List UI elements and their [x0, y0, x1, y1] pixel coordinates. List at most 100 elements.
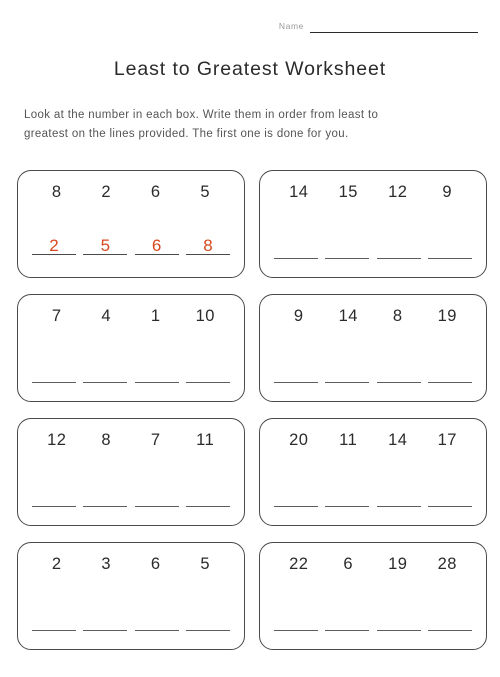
given-number: 7: [150, 431, 161, 449]
given-number: 3: [101, 555, 112, 573]
name-label: Name: [278, 21, 304, 31]
answer-blank[interactable]: [376, 608, 421, 631]
instructions: Look at the number in each box. Write th…: [24, 106, 456, 144]
answer-lines-row: [274, 360, 472, 383]
answer-blank[interactable]: 5: [83, 232, 128, 255]
given-number: 11: [196, 431, 215, 449]
given-number: 22: [289, 555, 309, 573]
name-field: Name: [279, 22, 478, 33]
answer-value: 5: [100, 236, 111, 255]
given-number: 2: [51, 555, 62, 573]
answer-blank[interactable]: [325, 360, 370, 383]
given-number: 12: [388, 183, 408, 201]
answer-blank[interactable]: 2: [32, 232, 76, 255]
answer-blank[interactable]: [427, 236, 472, 259]
problem-box: 14 15 12 9: [259, 170, 487, 278]
given-number: 11: [339, 431, 358, 449]
answer-lines-row: [274, 484, 472, 507]
given-numbers-row: 12 8 7 11: [32, 431, 230, 450]
problem-box: 7 4 1 10: [17, 294, 245, 402]
given-numbers-row: 2 3 6 5: [32, 555, 230, 574]
given-numbers-row: 20 11 14 17: [274, 431, 472, 450]
answer-blank[interactable]: 8: [185, 232, 230, 255]
problem-box: 8 2 6 5 2 5 6 8: [17, 170, 245, 278]
given-number: 14: [289, 183, 309, 201]
given-numbers-row: 8 2 6 5: [32, 183, 230, 202]
answer-blank[interactable]: [274, 360, 318, 383]
given-number: 28: [437, 555, 457, 573]
answer-blank[interactable]: [32, 484, 76, 507]
answer-blank[interactable]: [274, 484, 318, 507]
instructions-line-1: Look at the number in each box. Write th…: [24, 109, 379, 121]
answer-blank[interactable]: [185, 484, 230, 507]
name-write-line[interactable]: [310, 31, 478, 33]
given-number: 9: [442, 183, 453, 201]
answer-blank[interactable]: [32, 360, 76, 383]
given-number: 19: [437, 307, 457, 325]
problem-box: 9 14 8 19: [259, 294, 487, 402]
answer-lines-row: 2 5 6 8: [32, 232, 230, 255]
given-number: 8: [51, 183, 62, 201]
answer-blank[interactable]: [83, 608, 128, 631]
answer-blank[interactable]: [83, 484, 128, 507]
answer-blank[interactable]: [185, 360, 230, 383]
given-number: 6: [150, 183, 161, 201]
given-number: 7: [51, 307, 62, 325]
given-number: 1: [150, 307, 161, 325]
given-numbers-row: 9 14 8 19: [274, 307, 472, 326]
given-numbers-row: 14 15 12 9: [274, 183, 472, 202]
answer-blank[interactable]: [376, 360, 421, 383]
given-number: 4: [101, 307, 112, 325]
given-number: 14: [338, 307, 358, 325]
answer-value: 2: [49, 236, 59, 255]
answer-lines-row: [32, 608, 230, 631]
given-number: 2: [101, 183, 112, 201]
answer-blank[interactable]: 6: [134, 232, 179, 255]
problem-grid: 8 2 6 5 2 5 6 8 14 15 12 9 7 4 1 10 9 14 8 19 12 8 7 11 20 11 14 17…: [17, 170, 487, 650]
problem-box: 22 6 19 28: [259, 542, 487, 650]
given-number: 9: [293, 307, 304, 325]
answer-blank[interactable]: [325, 236, 370, 259]
given-numbers-row: 7 4 1 10: [32, 307, 230, 326]
answer-blank[interactable]: [83, 360, 128, 383]
answer-blank[interactable]: [325, 484, 370, 507]
answer-value: 6: [151, 236, 162, 255]
answer-blank[interactable]: [134, 360, 179, 383]
given-number: 5: [200, 555, 211, 573]
given-number: 5: [200, 183, 211, 201]
answer-blank[interactable]: [274, 608, 318, 631]
answer-blank[interactable]: [134, 484, 179, 507]
given-number: 6: [150, 555, 161, 573]
given-number: 12: [47, 431, 67, 449]
given-number: 17: [437, 431, 457, 449]
given-number: 15: [338, 183, 358, 201]
given-number: 14: [388, 431, 408, 449]
given-number: 19: [388, 555, 408, 573]
problem-box: 12 8 7 11: [17, 418, 245, 526]
answer-blank[interactable]: [32, 608, 76, 631]
answer-blank[interactable]: [185, 608, 230, 631]
answer-blank[interactable]: [427, 484, 472, 507]
answer-blank[interactable]: [376, 484, 421, 507]
answer-blank[interactable]: [134, 608, 179, 631]
answer-lines-row: [32, 484, 230, 507]
answer-blank[interactable]: [274, 236, 318, 259]
answer-blank[interactable]: [376, 236, 421, 259]
answer-lines-row: [274, 236, 472, 259]
answer-lines-row: [32, 360, 230, 383]
answer-lines-row: [274, 608, 472, 631]
given-number: 8: [101, 431, 112, 449]
given-number: 6: [343, 555, 354, 573]
answer-blank[interactable]: [427, 608, 472, 631]
answer-blank[interactable]: [427, 360, 472, 383]
page-title: Least to Greatest Worksheet: [113, 58, 387, 80]
given-number: 20: [289, 431, 309, 449]
given-numbers-row: 22 6 19 28: [274, 555, 472, 574]
problem-box: 20 11 14 17: [259, 418, 487, 526]
answer-value: 8: [203, 236, 213, 255]
problem-box: 2 3 6 5: [17, 542, 245, 650]
given-number: 10: [195, 307, 215, 325]
answer-blank[interactable]: [325, 608, 370, 631]
given-number: 8: [392, 307, 403, 325]
instructions-line-2: greatest on the lines provided. The firs…: [24, 127, 349, 140]
